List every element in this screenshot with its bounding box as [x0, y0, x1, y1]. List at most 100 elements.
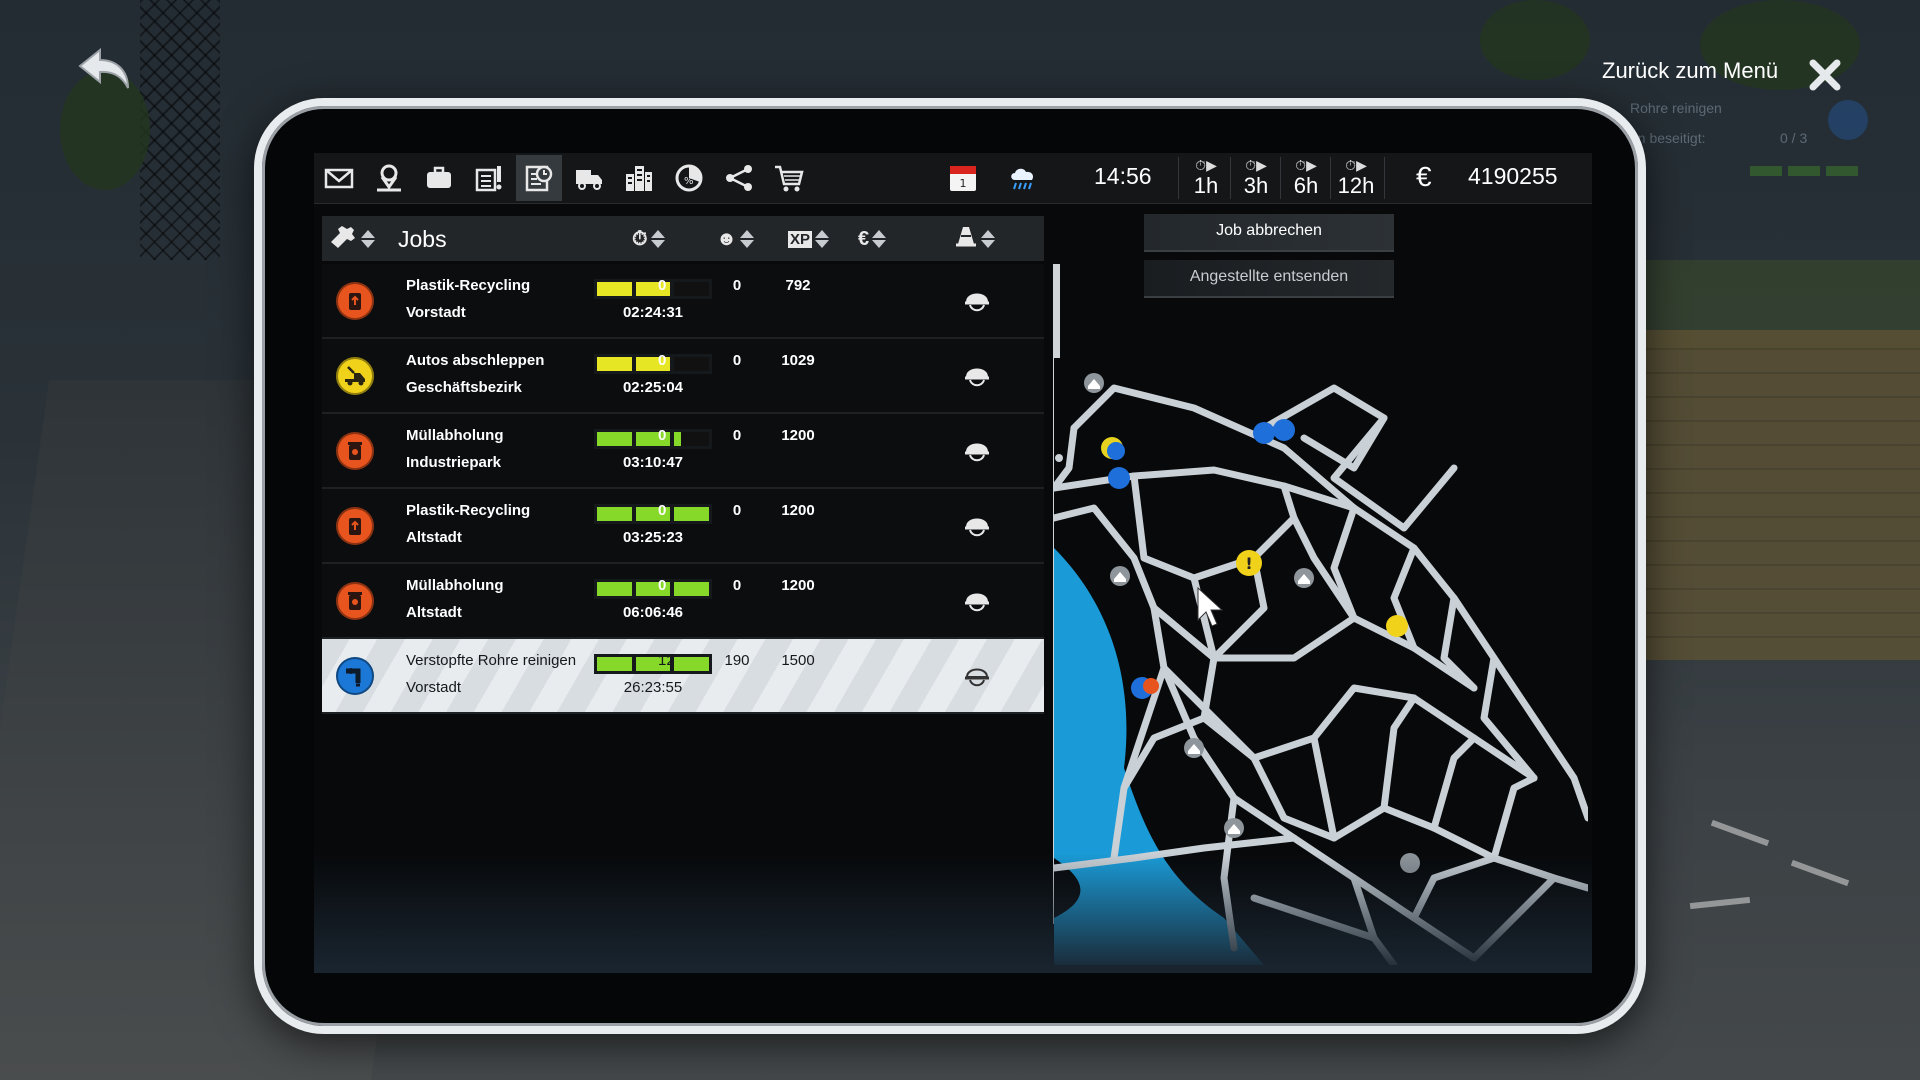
job-happiness: 12	[658, 652, 675, 669]
euro-icon: €	[858, 227, 870, 250]
task-icon	[1828, 100, 1868, 140]
speed-12h-button[interactable]: ⏱▶ 12h	[1334, 156, 1378, 202]
smiley-icon: ☻	[716, 227, 738, 250]
sort-by-money[interactable]: €	[858, 224, 887, 254]
job-reward: 1029	[781, 352, 815, 369]
job-row[interactable]: Müllabholung Industriepark 03:10:47 0 0 …	[322, 414, 1044, 489]
job-xp: 0	[732, 277, 742, 294]
job-happiness: 0	[658, 577, 667, 594]
calendar-icon[interactable]: 1	[940, 155, 986, 201]
worker-helmet-icon[interactable]	[962, 359, 992, 389]
job-district: Altstadt	[406, 529, 462, 546]
speed-6h-button[interactable]: ⏱▶ 6h	[1284, 156, 1328, 202]
sort-by-type[interactable]	[328, 224, 375, 254]
job-progress-bar	[594, 579, 712, 599]
job-time-remaining: 02:24:31	[622, 304, 684, 321]
job-happiness: 0	[658, 427, 667, 444]
money-balance: 4190255	[1468, 163, 1558, 189]
worker-helmet-icon[interactable]	[962, 659, 992, 689]
stopwatch-icon: ⏱	[632, 227, 648, 250]
briefcase-icon[interactable]	[416, 155, 462, 201]
map-pin-icon[interactable]	[366, 155, 412, 201]
worker-helmet-icon[interactable]	[962, 434, 992, 464]
xp-icon: XP	[788, 230, 813, 248]
sort-by-xp[interactable]: XP	[788, 224, 830, 254]
job-district: Geschäftsbezirk	[406, 379, 522, 396]
job-xp: 0	[732, 577, 742, 594]
vehicles-icon[interactable]	[566, 155, 612, 201]
job-district: Altstadt	[406, 604, 462, 621]
job-progress-bar	[594, 504, 712, 524]
jobs-clipboard-icon[interactable]	[516, 155, 562, 201]
job-time-remaining: 03:25:23	[622, 529, 684, 546]
screen-glow	[314, 853, 1592, 973]
job-name: Plastik-Recycling	[406, 502, 531, 519]
back-arrow-icon[interactable]	[78, 47, 132, 92]
svg-text:!: !	[1245, 554, 1252, 573]
job-happiness: 0	[658, 277, 667, 294]
sort-arrows-icon	[815, 230, 830, 248]
job-name: Müllabholung	[406, 577, 504, 594]
job-time-remaining: 03:10:47	[622, 454, 684, 471]
task-progress: 0 / 3	[1780, 130, 1808, 146]
job-progress-bar	[594, 429, 712, 449]
divider	[1230, 157, 1231, 199]
job-row[interactable]: Verstopfte Rohre reinigen Vorstadt 26:23…	[322, 639, 1044, 714]
buildings-icon[interactable]	[616, 155, 662, 201]
sort-arrows-icon	[361, 230, 375, 248]
jobs-list: Plastik-Recycling Vorstadt 02:24:31 0 0 …	[322, 264, 1044, 714]
job-xp: 0	[732, 352, 742, 369]
speed-3h-button[interactable]: ⏱▶ 3h	[1234, 156, 1278, 202]
job-reward: 792	[785, 277, 811, 294]
job-row[interactable]: Autos abschleppen Geschäftsbezirk 02:25:…	[322, 339, 1044, 414]
job-xp: 190	[724, 652, 750, 669]
job-district: Vorstadt	[406, 304, 466, 321]
shop-cart-icon[interactable]	[766, 155, 812, 201]
job-xp: 0	[732, 502, 742, 519]
job-progress-bar	[594, 279, 712, 299]
close-icon[interactable]	[1808, 58, 1842, 92]
lane-marking	[1710, 819, 1770, 847]
task-list-icon[interactable]	[466, 155, 512, 201]
tablet-toolbar: % 1 14:56 ⏱▶ 1h ⏱▶ 3h ⏱▶ 6h ⏱▶ 12h € 419…	[314, 153, 1592, 204]
sort-arrows-icon	[981, 230, 995, 248]
cancel-job-button[interactable]: Job abbrechen	[1144, 214, 1394, 252]
job-happiness: 0	[658, 502, 667, 519]
game-clock: 14:56	[1094, 163, 1152, 189]
job-progress-bar	[594, 654, 712, 674]
job-district: Vorstadt	[406, 679, 462, 696]
job-row[interactable]: Plastik-Recycling Altstadt 03:25:23 0 0 …	[322, 489, 1044, 564]
worker-helmet-icon[interactable]	[962, 509, 992, 539]
job-name: Autos abschleppen	[406, 352, 545, 369]
divider	[1178, 157, 1179, 199]
back-to-menu-label[interactable]: Zurück zum Menü	[1602, 58, 1778, 84]
worker-helmet-icon[interactable]	[962, 284, 992, 314]
mail-icon[interactable]	[316, 155, 362, 201]
sort-by-time[interactable]: ⏱	[632, 224, 665, 254]
worker-helmet-icon[interactable]	[962, 584, 992, 614]
task-title: Rohre reinigen	[1630, 100, 1722, 116]
lane-marking	[1689, 896, 1751, 910]
sort-arrows-icon	[872, 230, 887, 248]
sort-by-staff[interactable]	[954, 224, 995, 254]
brick-wall	[1620, 330, 1920, 660]
job-progress-bar	[594, 354, 712, 374]
power-pylon	[140, 0, 220, 260]
job-name: Verstopfte Rohre reinigen	[406, 652, 577, 669]
job-row[interactable]: Plastik-Recycling Vorstadt 02:24:31 0 0 …	[322, 264, 1044, 339]
wrench-icon	[328, 224, 358, 254]
svg-text:1: 1	[960, 177, 967, 190]
send-employees-button[interactable]: Angestellte entsenden	[1144, 260, 1394, 298]
tablet-screen: % 1 14:56 ⏱▶ 1h ⏱▶ 3h ⏱▶ 6h ⏱▶ 12h € 419…	[314, 153, 1592, 973]
statistics-icon[interactable]: %	[666, 155, 712, 201]
job-xp: 0	[732, 427, 742, 444]
stopwatch-forward-icon: ⏱▶	[1345, 157, 1367, 173]
pipe-icon	[336, 657, 374, 695]
job-name: Müllabholung	[406, 427, 504, 444]
speed-1h-button[interactable]: ⏱▶ 1h	[1184, 156, 1228, 202]
job-time-remaining: 02:25:04	[622, 379, 684, 396]
job-row[interactable]: Müllabholung Altstadt 06:06:46 0 0 1200	[322, 564, 1044, 639]
sort-arrows-icon	[650, 230, 665, 248]
share-icon[interactable]	[716, 155, 762, 201]
sort-by-happiness[interactable]: ☻	[716, 224, 755, 254]
